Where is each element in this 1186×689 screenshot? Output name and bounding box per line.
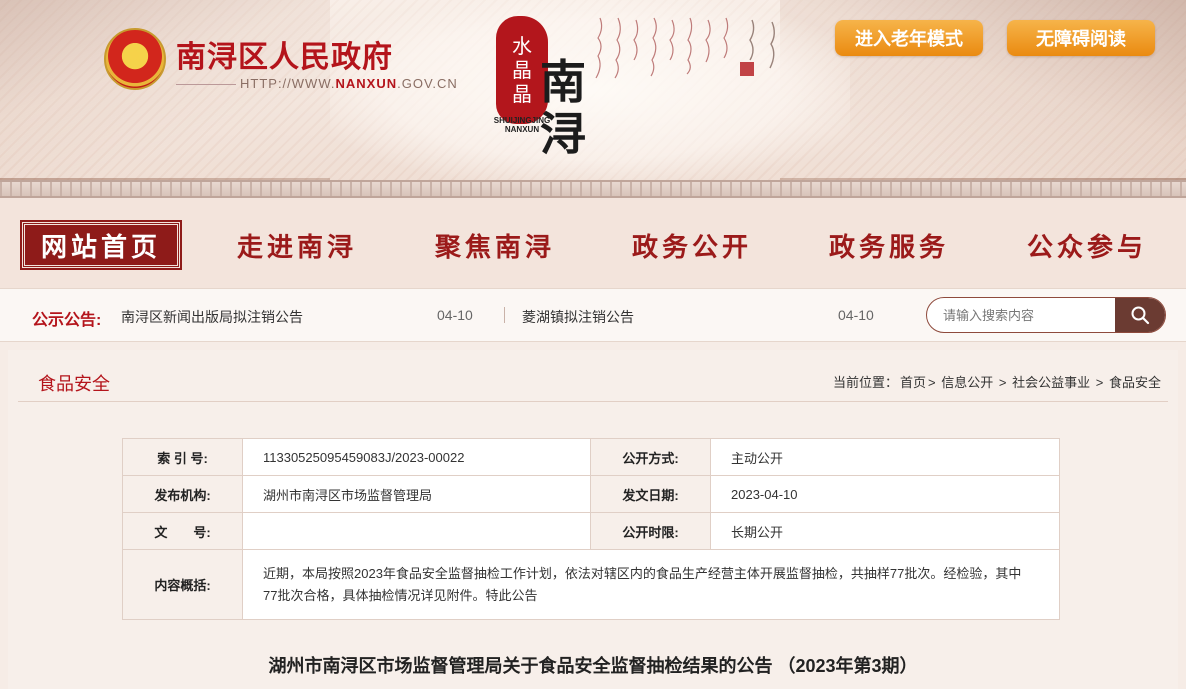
document-meta-table: 索 引 号: 11330525095459083J/2023-00022 公开方… xyxy=(122,438,1060,620)
nav-item-gov-services[interactable]: 政务服务 xyxy=(814,222,964,268)
publisher-label: 发布机构: xyxy=(122,475,243,513)
summary-value: 近期，本局按照2023年食品安全监督抽检工作计划，依法对辖区内的食品生产经营主体… xyxy=(242,549,1060,620)
breadcrumb-link-food-safety[interactable]: 食品安全 xyxy=(1109,375,1161,390)
url-domain: NANXUN xyxy=(335,76,398,91)
elder-mode-button[interactable]: 进入老年模式 xyxy=(835,20,983,56)
open-method-label: 公开方式: xyxy=(590,438,711,476)
breadcrumb-separator: > xyxy=(1095,375,1104,390)
site-title[interactable]: 南浔区人民政府 xyxy=(176,32,393,76)
doc-no-value xyxy=(242,512,591,550)
calligraphy-char: 南 xyxy=(540,55,586,109)
seal-char: 水 xyxy=(512,34,532,58)
breadcrumb-link-info-open[interactable]: 信息公开 xyxy=(941,375,993,390)
breadcrumb-prefix: 当前位置： xyxy=(833,375,899,390)
table-row: 内容概括: 近期，本局按照2023年食品安全监督抽检工作计划，依法对辖区内的食品… xyxy=(122,549,1060,620)
article-title: 湖州市南浔区市场监督管理局关于食品安全监督抽检结果的公告 （2023年第3期） xyxy=(268,656,918,676)
nav-item-focus-nanxun[interactable]: 聚焦南浔 xyxy=(420,222,570,268)
breadcrumb-separator: > xyxy=(998,375,1007,390)
main-nav: 网站首页 走进南浔 聚焦南浔 政务公开 政务服务 公众参与 xyxy=(0,198,1186,288)
notice-link[interactable]: 菱湖镇拟注销公告 xyxy=(522,307,634,327)
table-row: 文 号: 公开时限: 长期公开 xyxy=(122,512,1060,550)
table-row: 发布机构: 湖州市南浔区市场监督管理局 发文日期: 2023-04-10 xyxy=(122,475,1060,513)
notice-bar: 公示公告: 南浔区新闻出版局拟注销公告 04-10 菱湖镇拟注销公告 04-10 xyxy=(0,288,1186,342)
nav-item-about-nanxun[interactable]: 走进南浔 xyxy=(222,222,372,268)
open-period-label: 公开时限: xyxy=(590,512,711,550)
seal-char: 晶 xyxy=(512,82,532,106)
accessible-reading-button[interactable]: 无障碍阅读 xyxy=(1007,20,1155,56)
notice-separator xyxy=(504,307,505,323)
breadcrumb: 当前位置： 首页 > 信息公开 > 社会公益事业 > 食品安全 xyxy=(832,372,1162,391)
search-icon xyxy=(1131,306,1150,325)
search-button[interactable] xyxy=(1115,298,1165,332)
header-banner: 南浔区人民政府 HTTP://WWW.NANXUN.GOV.CN 水 晶 晶 S… xyxy=(0,0,1186,180)
index-no-value: 11330525095459083J/2023-00022 xyxy=(242,438,591,476)
issue-date-value: 2023-04-10 xyxy=(710,475,1060,513)
table-row: 索 引 号: 11330525095459083J/2023-00022 公开方… xyxy=(122,438,1060,476)
notice-label: 公示公告: xyxy=(32,312,102,329)
notice-link[interactable]: 南浔区新闻出版局拟注销公告 xyxy=(121,307,303,327)
search-box xyxy=(926,297,1166,333)
section-title: 食品安全 xyxy=(38,374,110,394)
summary-label: 内容概括: xyxy=(122,549,243,620)
breadcrumb-separator: > xyxy=(928,375,936,390)
calligraphy-char: 浔 xyxy=(540,107,586,161)
index-no-label: 索 引 号: xyxy=(122,438,243,476)
breadcrumb-link-public-welfare[interactable]: 社会公益事业 xyxy=(1012,375,1090,390)
notice-date: 04-10 xyxy=(437,307,473,323)
open-method-value: 主动公开 xyxy=(710,438,1060,476)
fret-border-divider xyxy=(0,180,1186,198)
url-divider-line xyxy=(176,84,236,86)
content-header: 食品安全 当前位置： 首页 > 信息公开 > 社会公益事业 > 食品安全 xyxy=(18,358,1168,402)
nav-item-public-participation[interactable]: 公众参与 xyxy=(1012,222,1162,268)
site-url: HTTP://WWW.NANXUN.GOV.CN xyxy=(176,76,458,91)
search-input[interactable] xyxy=(927,298,1117,332)
poem-calligraphy-decoration xyxy=(595,17,775,79)
nav-item-home[interactable]: 网站首页 xyxy=(20,220,182,270)
national-emblem-icon xyxy=(104,28,166,90)
url-suffix: .GOV.CN xyxy=(397,76,458,91)
nanxun-calligraphy: 南 浔 xyxy=(540,56,586,160)
issue-date-label: 发文日期: xyxy=(590,475,711,513)
nav-item-gov-affairs-open[interactable]: 政务公开 xyxy=(617,222,767,268)
notice-date: 04-10 xyxy=(838,307,874,323)
publisher-value: 湖州市南浔区市场监督管理局 xyxy=(242,475,591,513)
doc-no-label: 文 号: xyxy=(122,512,243,550)
seal-char: 晶 xyxy=(512,58,532,82)
content-panel: 食品安全 当前位置： 首页 > 信息公开 > 社会公益事业 > 食品安全 索 引 号… xyxy=(8,350,1178,689)
breadcrumb-link-home[interactable]: 首页 xyxy=(900,375,926,390)
url-prefix: HTTP://WWW. xyxy=(240,76,336,91)
open-period-value: 长期公开 xyxy=(710,512,1060,550)
